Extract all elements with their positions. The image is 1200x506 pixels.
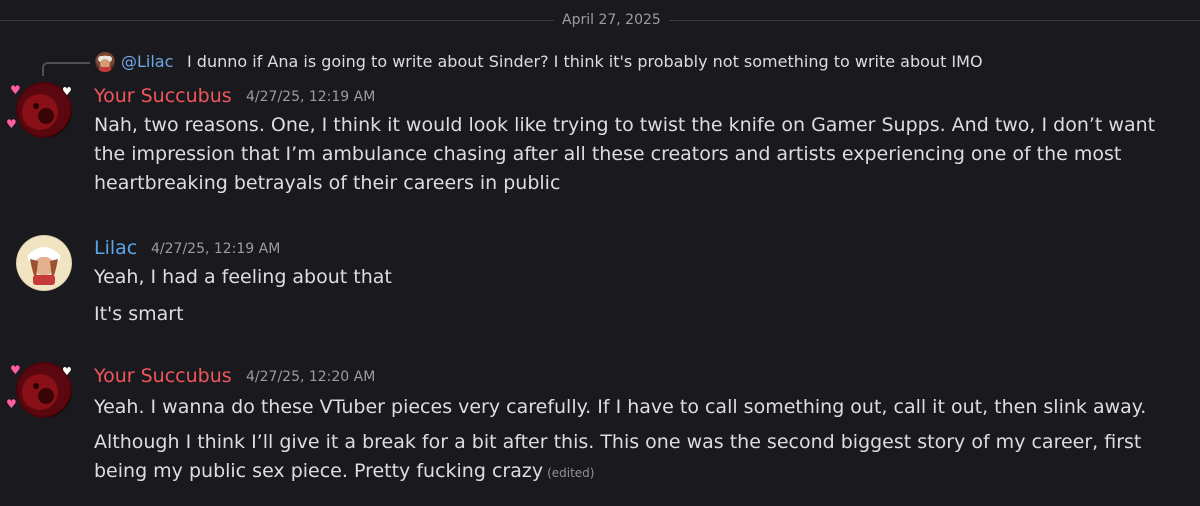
message-content: Yeah. I wanna do these VTuber pieces ver… — [94, 396, 1147, 418]
reply-connector — [42, 62, 90, 76]
message-timestamp[interactable]: 4/27/25, 12:20 AM — [246, 368, 375, 386]
message-author[interactable]: Your Succubus — [94, 84, 232, 108]
message-content: Nah, two reasons. One, I think it would … — [94, 114, 1156, 194]
message-author[interactable]: Lilac — [94, 236, 137, 260]
message-text: Although I think I’ll give it a break fo… — [94, 431, 1142, 482]
message-timestamp[interactable]: 4/27/25, 12:19 AM — [246, 88, 375, 106]
heart-icon: ♥ — [10, 83, 21, 97]
edited-label: (edited) — [547, 466, 595, 480]
chat-log: April 27, 2025 @Lilac I dunno if Ana is … — [0, 0, 1200, 506]
avatar[interactable]: ♥ ♥ ♥ — [6, 362, 72, 418]
heart-icon: ♥ — [6, 397, 17, 411]
message-author[interactable]: Your Succubus — [94, 364, 232, 388]
avatar[interactable]: ♥ ♥ ♥ — [6, 82, 72, 138]
heart-icon: ♥ — [10, 363, 21, 377]
heart-icon: ♥ — [6, 117, 17, 131]
heart-icon: ♥ — [62, 85, 72, 98]
message-content: Yeah, I had a feeling about that — [94, 266, 392, 288]
heart-icon: ♥ — [62, 365, 72, 378]
reply-avatar[interactable] — [95, 52, 115, 72]
reply-preview-text[interactable]: I dunno if Ana is going to write about S… — [187, 52, 983, 72]
message-timestamp[interactable]: 4/27/25, 12:19 AM — [151, 240, 280, 258]
message-content: Although I think I’ll give it a break fo… — [94, 428, 1184, 488]
message-content: It's smart — [94, 303, 184, 325]
avatar[interactable] — [16, 235, 72, 291]
reply-mention[interactable]: @Lilac — [121, 52, 173, 72]
date-divider-label: April 27, 2025 — [554, 11, 669, 29]
